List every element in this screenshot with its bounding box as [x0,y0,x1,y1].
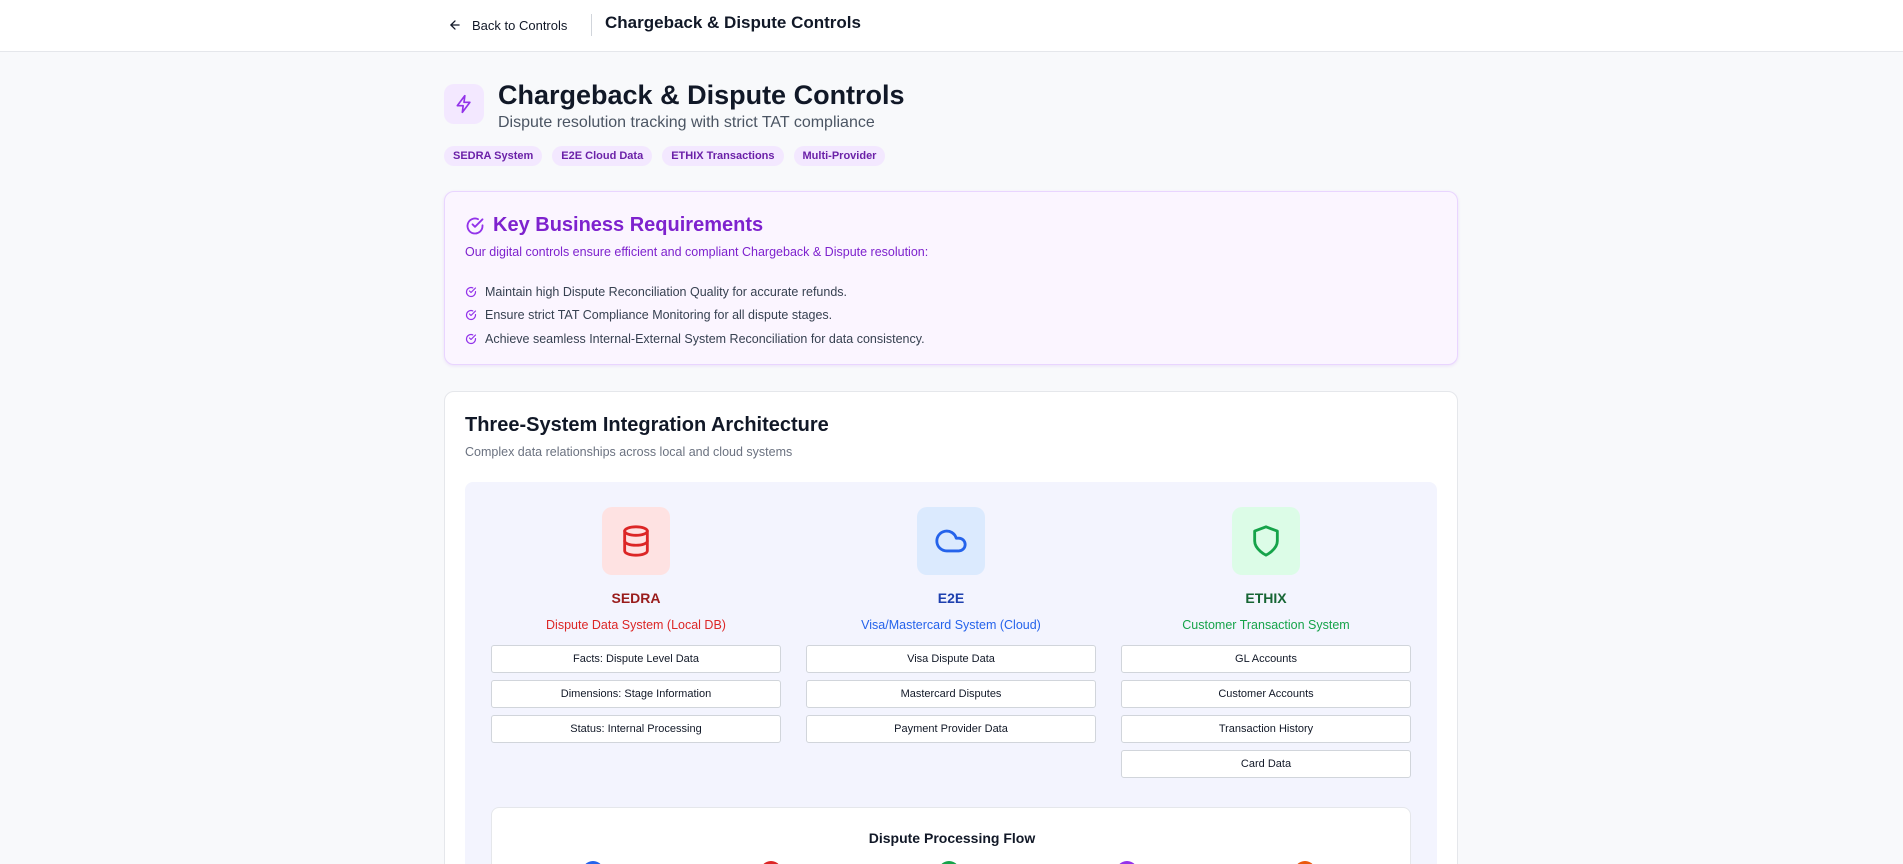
check-circle-icon [465,286,477,297]
system-name: E2E [937,590,965,606]
system-item: Customer Accounts [1121,680,1411,708]
requirement-text: Maintain high Dispute Reconciliation Qua… [485,284,847,299]
requirement-text: Achieve seamless Internal-External Syste… [485,331,925,346]
requirements-card: Key Business Requirements Our digital co… [444,191,1458,365]
tag-badge: Multi-Provider [793,146,886,166]
processing-flow-card: Dispute Processing Flow [491,807,1411,864]
requirement-item: Ensure strict TAT Compliance Monitoring … [465,304,925,328]
arrow-left-icon [450,20,460,30]
tag-badge: E2E Cloud Data [552,146,653,166]
check-circle-icon [465,310,477,321]
system-item: Transaction History [1121,715,1411,743]
check-circle-icon [465,333,477,344]
system-item: Payment Provider Data [806,715,1096,743]
page-title: Chargeback & Dispute Controls [498,80,905,110]
tag-list: SEDRA System E2E Cloud Data ETHIX Transa… [444,146,886,166]
requirements-title-text: Key Business Requirements [493,214,764,236]
architecture-subtitle: Complex data relationships across local … [465,445,793,459]
lightning-icon [456,94,471,114]
system-item: Status: Internal Processing [491,715,781,743]
system-item-list: Visa Dispute Data Mastercard Disputes Pa… [806,645,1096,750]
database-icon [623,525,649,557]
requirement-item: Maintain high Dispute Reconciliation Qua… [465,280,925,304]
architecture-title: Three-System Integration Architecture [465,414,829,436]
header-icon-box [444,84,484,124]
system-item-list: Facts: Dispute Level Data Dimensions: St… [491,645,781,750]
system-item: Facts: Dispute Level Data [491,645,781,673]
tag-badge: ETHIX Transactions [662,146,784,166]
system-item: Mastercard Disputes [806,680,1096,708]
tag-badge: SEDRA System [444,146,543,166]
sys-icon-box [1232,507,1300,575]
top-bar: Back to Controls Chargeback & Dispute Co… [0,0,1903,52]
sys-icon-box [602,507,670,575]
flow-title: Dispute Processing Flow [868,830,1036,846]
requirement-item: Achieve seamless Internal-External Syste… [465,327,925,351]
back-link-label: Back to Controls [472,17,568,33]
system-description: Visa/Mastercard System (Cloud) [861,618,1041,632]
cloud-icon [935,529,967,553]
topbar-divider [591,14,592,36]
architecture-card: Three-System Integration Architecture Co… [444,391,1458,864]
system-item-list: GL Accounts Customer Accounts Transactio… [1121,645,1411,785]
check-circle-icon [466,217,484,234]
system-name: SEDRA [611,590,661,606]
topbar-title: Chargeback & Dispute Controls [605,13,861,32]
requirements-title: Key Business Requirements [465,214,763,237]
system-name: ETHIX [1245,590,1287,606]
requirements-intro: Our digital controls ensure efficient an… [465,245,929,259]
page-header: Chargeback & Dispute Controls Dispute re… [444,80,1458,140]
sys-icon-box [917,507,985,575]
page-subtitle: Dispute resolution tracking with strict … [498,114,875,131]
requirement-text: Ensure strict TAT Compliance Monitoring … [485,308,833,323]
system-description: Customer Transaction System [1182,618,1350,632]
system-item: GL Accounts [1121,645,1411,673]
system-item: Visa Dispute Data [806,645,1096,673]
system-item: Card Data [1121,750,1411,778]
back-to-controls-link[interactable]: Back to Controls [448,14,567,36]
shield-icon [1253,525,1279,557]
system-item: Dimensions: Stage Information [491,680,781,708]
system-description: Dispute Data System (Local DB) [546,618,726,632]
requirements-list: Maintain high Dispute Reconciliation Qua… [465,280,925,351]
architecture-diagram: SEDRA Dispute Data System (Local DB) Fac… [465,482,1437,864]
